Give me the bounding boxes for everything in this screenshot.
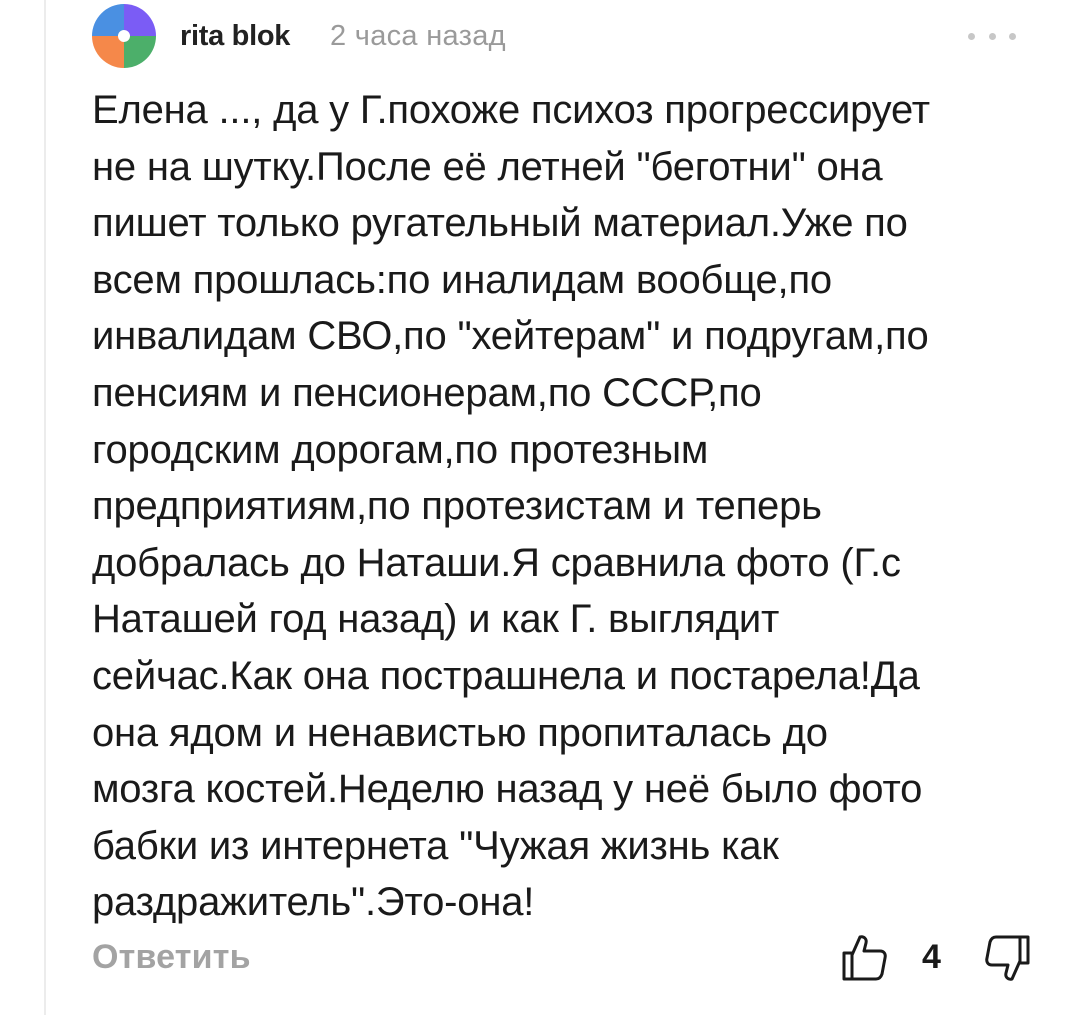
reply-button[interactable]: Ответить [92, 938, 251, 977]
comment-text-line: она ядом и ненавистью пропиталась до [92, 710, 828, 755]
comment-text-line: предприятиям,по протезистам и теперь [92, 484, 822, 529]
comment-text-line: городским дорогам,по протезным [92, 427, 709, 472]
comment-text-line: пенсиям и пенсионерам,по СССР,по [92, 370, 762, 415]
comment-text-line: пишет только ругательный материал.Уже по [92, 201, 908, 246]
comment-text-line: сейчас.Как она пострашнела и постарела!Д… [92, 653, 920, 698]
thumbs-down-icon[interactable] [984, 933, 1032, 983]
more-dots-icon [1009, 32, 1016, 40]
avatar[interactable] [92, 4, 156, 68]
thread-line [44, 0, 46, 1015]
more-dots-icon [968, 32, 975, 40]
comment-text-line: раздражитель".Это-она! [92, 880, 535, 925]
author-name[interactable]: rita blok [180, 20, 290, 53]
comment-text-line: не на шутку.После её летней "беготни" он… [92, 144, 883, 189]
more-options-button[interactable] [968, 24, 1016, 48]
comment-text-line: инвалидам СВО,по "хейтерам" и подругам,п… [92, 314, 929, 359]
comment-body: Елена ..., да у Г.похоже психоз прогресс… [92, 82, 1047, 931]
thumbs-up-icon[interactable] [840, 933, 888, 983]
more-dots-icon [988, 32, 996, 40]
comment-text-line: добралась до Наташи.Я сравнила фото (Г.с [92, 540, 901, 585]
comment-text-line: Наташей год назад) и как Г. выглядит [92, 597, 780, 642]
comment-text-line: всем прошлась:по иналидам вообще,по [92, 257, 832, 302]
comment-text-line: мозга костей.Неделю назад у неё было фот… [92, 767, 923, 812]
comment-text-line: Елена ..., да у Г.похоже психоз прогресс… [92, 88, 930, 132]
like-count: 4 [922, 938, 941, 976]
comment-text-line: бабки из интернета "Чужая жизнь как [92, 823, 779, 868]
comment-timestamp: 2 часа назад [330, 20, 506, 52]
